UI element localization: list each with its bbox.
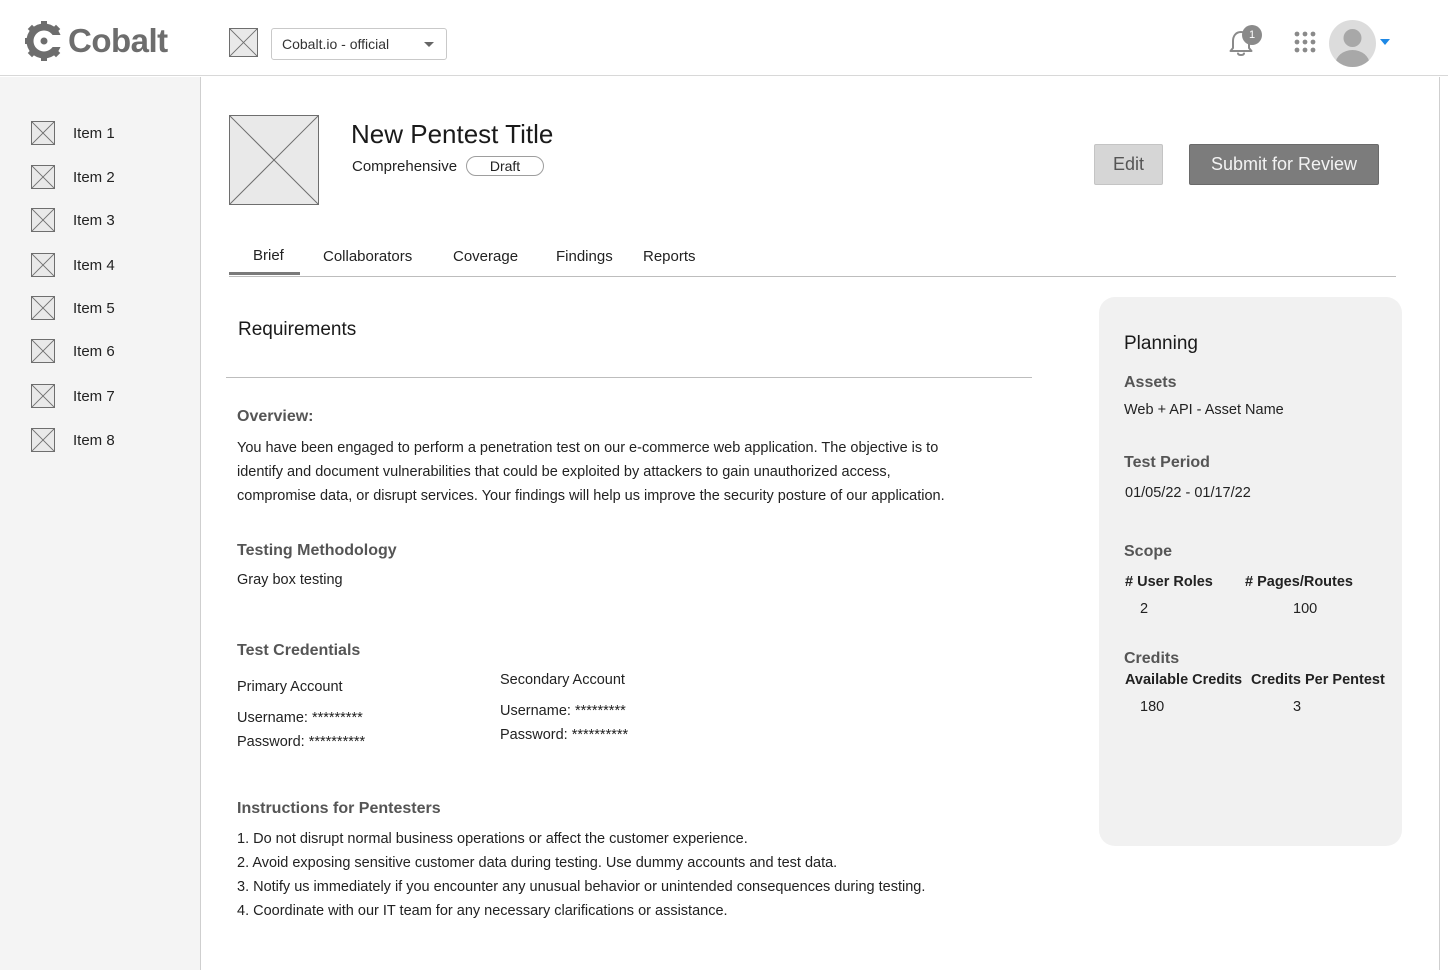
page-title: New Pentest Title <box>351 119 554 149</box>
list-item: 3. Notify us immediately if you encounte… <box>237 879 926 895</box>
avatar-menu-chevron-icon[interactable] <box>1380 39 1390 45</box>
sidebar-item-label: Item 8 <box>73 431 115 449</box>
item-image-placeholder-icon <box>31 253 55 277</box>
item-image-placeholder-icon <box>31 384 55 408</box>
main-frame-border <box>1439 77 1440 970</box>
sidebar-item-3[interactable]: Item 3 <box>31 208 115 232</box>
avatar[interactable] <box>1329 20 1376 67</box>
tab-findings[interactable]: Findings <box>556 248 613 265</box>
pages-routes-label: # Pages/Routes <box>1245 574 1353 590</box>
cobalt-logo[interactable]: Cobalt <box>24 19 168 63</box>
overview-line: compromise data, or disrupt services. Yo… <box>237 488 945 504</box>
overview-heading: Overview: <box>237 408 314 425</box>
user-avatar-icon <box>1335 29 1370 67</box>
tab-reports[interactable]: Reports <box>643 248 696 265</box>
user-roles-value: 2 <box>1140 601 1149 617</box>
primary-username: Username: ********* <box>237 710 363 726</box>
overview-line: You have been engaged to perform a penet… <box>237 440 939 456</box>
submit-for-review-button[interactable]: Submit for Review <box>1189 144 1379 185</box>
overview-line: identify and document vulnerabilities th… <box>237 464 891 480</box>
item-image-placeholder-icon <box>31 121 55 145</box>
scope-heading: Scope <box>1124 543 1173 560</box>
org-select[interactable]: Cobalt.io - official <box>271 28 447 60</box>
sidebar-item-label: Item 3 <box>73 211 115 229</box>
sidebar-item-label: Item 5 <box>73 299 115 317</box>
top-header: Cobalt Cobalt.io - official 1 <box>0 0 1448 76</box>
tab-brief[interactable]: Brief <box>253 247 284 264</box>
item-image-placeholder-icon <box>31 428 55 452</box>
list-item: 2. Avoid exposing sensitive customer dat… <box>237 855 838 871</box>
sidebar-item-4[interactable]: Item 4 <box>31 253 115 277</box>
org-image-placeholder <box>229 28 258 57</box>
instructions-heading: Instructions for Pentesters <box>237 800 441 817</box>
list-item: 1. Do not disrupt normal business operat… <box>237 831 748 847</box>
notification-badge: 1 <box>1242 25 1262 45</box>
pentest-type: Comprehensive <box>352 158 458 175</box>
org-select-value: Cobalt.io - official <box>282 36 390 52</box>
secondary-account-label: Secondary Account <box>500 672 625 688</box>
test-period-heading: Test Period <box>1124 454 1210 471</box>
sidebar-item-label: Item 4 <box>73 256 115 274</box>
sidebar-item-8[interactable]: Item 8 <box>31 428 115 452</box>
pentest-image-placeholder <box>229 115 319 205</box>
tabs-divider <box>229 276 1396 277</box>
assets-value: Web + API - Asset Name <box>1124 402 1284 418</box>
user-roles-label: # User Roles <box>1125 574 1213 590</box>
item-image-placeholder-icon <box>31 296 55 320</box>
primary-password: Password: ********** <box>237 734 366 750</box>
item-image-placeholder-icon <box>31 165 55 189</box>
sidebar-item-label: Item 1 <box>73 124 115 142</box>
sidebar-item-5[interactable]: Item 5 <box>31 296 115 320</box>
status-badge: Draft <box>466 156 544 176</box>
test-period-value: 01/05/22 - 01/17/22 <box>1125 485 1251 501</box>
requirements-divider <box>226 377 1032 378</box>
assets-heading: Assets <box>1124 374 1177 391</box>
instructions-list: 1. Do not disrupt normal business operat… <box>237 827 925 923</box>
credentials-heading: Test Credentials <box>237 642 361 659</box>
sidebar-item-2[interactable]: Item 2 <box>31 165 115 189</box>
chevron-down-icon <box>424 42 434 47</box>
planning-panel: Planning Assets Web + API - Asset Name T… <box>1099 297 1402 846</box>
list-item: 4. Coordinate with our IT team for any n… <box>237 903 728 919</box>
cobalt-gear-icon <box>25 21 64 61</box>
sidebar-item-6[interactable]: Item 6 <box>31 339 115 363</box>
primary-account-label: Primary Account <box>237 679 343 695</box>
credits-heading: Credits <box>1124 650 1180 667</box>
sidebar-item-label: Item 2 <box>73 168 115 186</box>
secondary-username: Username: ********* <box>500 703 626 719</box>
methodology-value: Gray box testing <box>237 572 343 588</box>
credits-per-pentest-label: Credits Per Pentest <box>1251 672 1385 688</box>
pages-routes-value: 100 <box>1293 601 1318 617</box>
available-credits-value: 180 <box>1140 699 1165 715</box>
logo-text: Cobalt <box>68 22 168 59</box>
sidebar-item-1[interactable]: Item 1 <box>31 121 115 145</box>
methodology-heading: Testing Methodology <box>237 542 397 559</box>
planning-title: Planning <box>1124 333 1198 354</box>
requirements-title: Requirements <box>238 319 357 340</box>
sidebar-item-label: Item 7 <box>73 387 115 405</box>
edit-button[interactable]: Edit <box>1094 144 1163 185</box>
overview-text: You have been engaged to perform a penet… <box>237 436 945 508</box>
tab-collaborators[interactable]: Collaborators <box>323 248 412 265</box>
item-image-placeholder-icon <box>31 339 55 363</box>
apps-grid-icon[interactable] <box>1294 31 1316 53</box>
secondary-password: Password: ********** <box>500 727 629 743</box>
credits-per-pentest-value: 3 <box>1293 699 1302 715</box>
tab-coverage[interactable]: Coverage <box>453 248 518 265</box>
sidebar: Item 1 Item 2 Item 3 Item 4 Item 5 Item … <box>0 77 201 970</box>
sidebar-item-7[interactable]: Item 7 <box>31 384 115 408</box>
active-tab-indicator <box>229 272 300 275</box>
item-image-placeholder-icon <box>31 208 55 232</box>
sidebar-item-label: Item 6 <box>73 342 115 360</box>
available-credits-label: Available Credits <box>1125 672 1243 688</box>
